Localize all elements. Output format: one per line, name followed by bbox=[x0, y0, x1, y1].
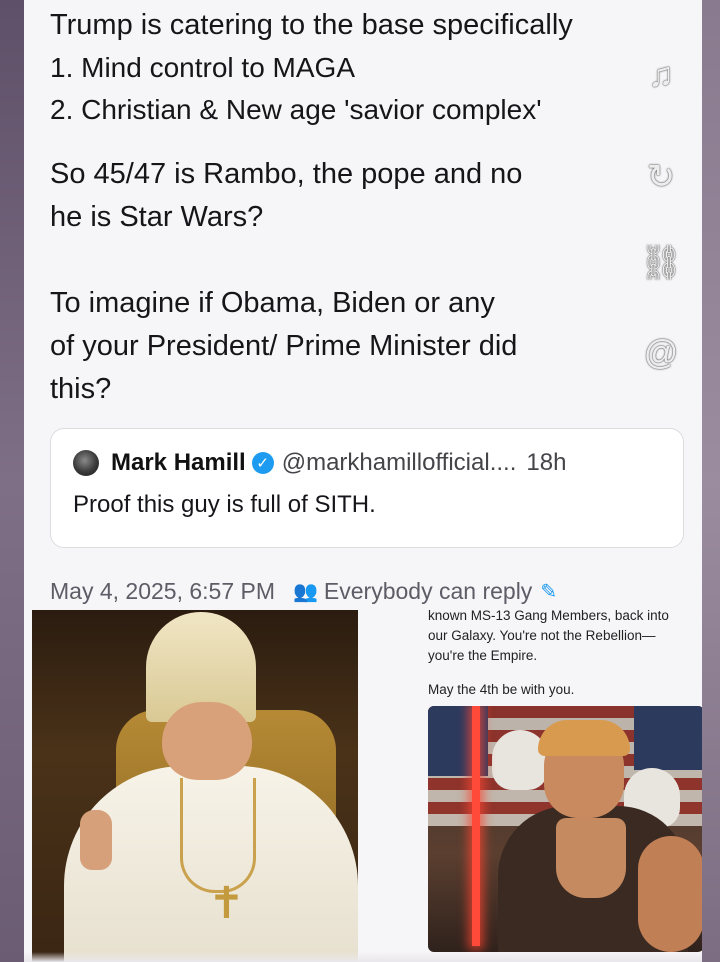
cross-icon: ✝ bbox=[208, 879, 245, 928]
post-line-5: he is Star Wars? bbox=[50, 201, 264, 233]
avatar[interactable] bbox=[73, 450, 99, 476]
screenshot-text-line-3: you're the Empire. bbox=[428, 648, 538, 663]
pope-image[interactable]: ✝ bbox=[32, 610, 358, 962]
red-lightsaber-shape bbox=[472, 706, 480, 946]
arm-shape bbox=[638, 836, 702, 952]
edit-pencil-icon[interactable]: ✎ bbox=[540, 579, 557, 604]
music-note-icon[interactable]: ♫ bbox=[636, 50, 686, 100]
chain-shape bbox=[180, 778, 256, 893]
reply-setting[interactable]: Everybody can reply bbox=[324, 578, 532, 605]
raised-hand-shape bbox=[80, 810, 112, 870]
quoted-post-time: 18h bbox=[526, 449, 567, 476]
post-body-text: Trump is catering to the base specifical… bbox=[50, 4, 660, 411]
post-line-1: Trump is catering to the base specifical… bbox=[50, 9, 573, 41]
hair-shape bbox=[538, 720, 630, 756]
bottom-fade bbox=[24, 952, 702, 962]
post-line-4: So 45/47 is Rambo, the pope and no bbox=[50, 158, 523, 190]
flag-canton-right-shape bbox=[634, 706, 702, 770]
post-line-7: of your President/ Prime Minister did bbox=[50, 330, 518, 362]
embedded-screenshot-text: known MS-13 Gang Members, back into our … bbox=[428, 606, 702, 700]
screenshot-text-line-2: our Galaxy. You're not the Rebellion— bbox=[428, 628, 656, 643]
star-wars-image[interactable] bbox=[428, 706, 702, 952]
post-timestamp: May 4, 2025, 6:57 PM bbox=[50, 578, 276, 604]
screenshot-text-line-4: May the 4th be with you. bbox=[428, 682, 575, 697]
sync-icon[interactable]: ↻ bbox=[636, 152, 686, 202]
face-shape bbox=[162, 702, 252, 780]
post-line-8: this? bbox=[50, 373, 112, 405]
link-chain-icon[interactable]: ⛓ bbox=[636, 238, 686, 288]
screenshot-text-line-1: known MS-13 Gang Members, back into bbox=[428, 608, 669, 623]
post-line-3: 2. Christian & New age 'savior complex' bbox=[50, 94, 542, 125]
quoted-author-name[interactable]: Mark Hamill bbox=[111, 449, 246, 477]
people-icon: 👥 bbox=[293, 581, 318, 603]
verified-badge-icon: ✓ bbox=[251, 452, 274, 474]
post-line-6: To imagine if Obama, Biden or any bbox=[50, 287, 495, 319]
post-card: Trump is catering to the base specifical… bbox=[24, 0, 702, 962]
quoted-post-header: Mark Hamill ✓ @markhamillofficial.... 18… bbox=[73, 449, 566, 477]
chest-shape bbox=[556, 818, 626, 898]
quoted-author-handle[interactable]: @markhamillofficial.... bbox=[282, 449, 517, 477]
post-meta-row: May 4, 2025, 6:57 PM 👥 Everybody can rep… bbox=[50, 578, 557, 605]
at-sign-icon[interactable]: @ bbox=[636, 328, 686, 378]
quoted-post-card[interactable]: Mark Hamill ✓ @markhamillofficial.... 18… bbox=[50, 428, 684, 548]
quoted-post-text: Proof this guy is full of SITH. bbox=[73, 491, 376, 518]
left-background-edge bbox=[0, 0, 24, 962]
post-line-2: 1. Mind control to MAGA bbox=[50, 52, 356, 83]
right-background-edge bbox=[702, 0, 720, 962]
